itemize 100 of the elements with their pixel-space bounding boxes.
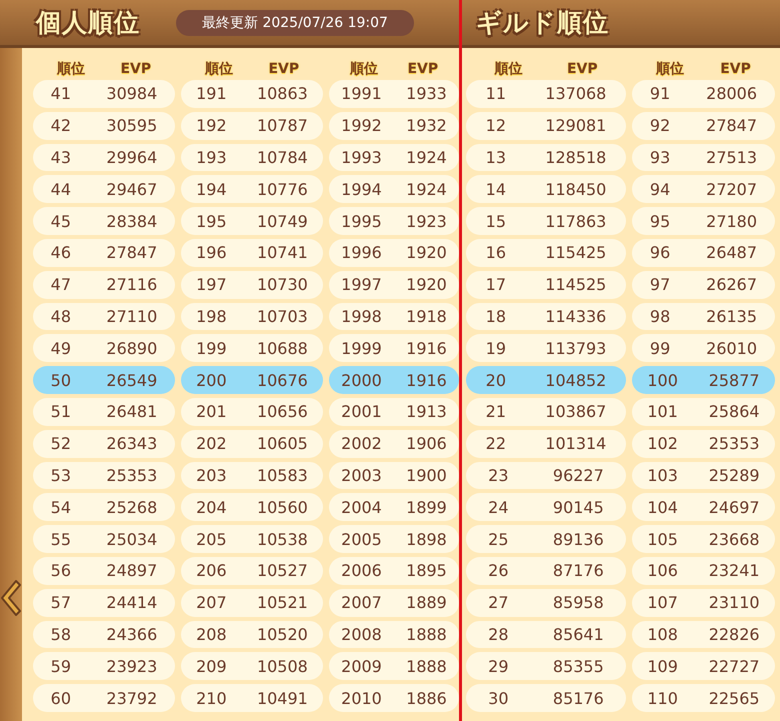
evp-cell: 85958 <box>552 593 604 612</box>
rank-cell: 48 <box>50 306 72 326</box>
column-header: EVP <box>720 61 751 77</box>
rank-cell: 2008 <box>341 624 382 644</box>
rank-cell: 196 <box>196 243 227 262</box>
rank-cell: 54 <box>50 498 72 517</box>
rank-cell: 27 <box>488 593 509 612</box>
rank-cell: 47 <box>50 275 72 294</box>
evp-cell: 25353 <box>708 434 760 454</box>
evp-cell: 10730 <box>256 275 308 294</box>
rank-cell: 94 <box>650 180 670 199</box>
evp-cell: 26343 <box>106 434 158 454</box>
rank-cell: 96 <box>650 243 670 262</box>
evp-cell: 25864 <box>708 402 760 422</box>
rank-cell: 18 <box>486 306 506 326</box>
evp-cell: 115425 <box>545 243 606 262</box>
rank-cell: 209 <box>196 656 227 676</box>
rank-cell: 20 <box>486 370 506 390</box>
rank-cell: 201 <box>196 402 227 422</box>
evp-cell: 1916 <box>406 338 447 358</box>
column-header: 順位 <box>656 60 684 78</box>
evp-cell: 25353 <box>106 466 158 485</box>
evp-cell: 10538 <box>256 530 308 549</box>
rank-cell: 98 <box>650 306 670 326</box>
rank-cell: 30 <box>488 688 509 708</box>
back-arrow-icon[interactable] <box>0 578 22 618</box>
rank-cell: 1995 <box>341 212 382 231</box>
evp-cell: 24897 <box>106 561 158 580</box>
rank-cell: 43 <box>50 148 72 167</box>
column-header: 順位 <box>494 60 522 78</box>
rank-cell: 95 <box>650 212 670 231</box>
evp-cell: 27207 <box>706 180 758 199</box>
evp-cell: 10520 <box>256 624 308 644</box>
evp-cell: 1900 <box>406 466 447 485</box>
rank-cell: 204 <box>196 498 227 517</box>
evp-cell: 1895 <box>406 561 447 580</box>
panel-title: 個人順位 <box>36 7 140 39</box>
rank-cell: 1999 <box>341 338 382 358</box>
rank-cell: 57 <box>50 593 72 612</box>
evp-cell: 89136 <box>552 530 604 549</box>
evp-cell: 10508 <box>256 656 308 676</box>
column-header: 順位 <box>56 60 85 78</box>
evp-cell: 1920 <box>406 243 447 262</box>
evp-cell: 22565 <box>708 688 760 708</box>
rank-cell: 100 <box>647 370 678 390</box>
rank-cell: 46 <box>50 243 72 262</box>
rank-cell: 56 <box>50 561 72 580</box>
evp-cell: 28384 <box>106 212 158 231</box>
column-header: EVP <box>407 61 438 77</box>
evp-cell: 24366 <box>106 624 158 644</box>
evp-cell: 10676 <box>256 370 308 390</box>
rank-cell: 25 <box>488 530 509 549</box>
rank-cell: 2001 <box>341 402 382 422</box>
evp-cell: 90145 <box>552 498 604 517</box>
evp-cell: 1888 <box>406 656 447 676</box>
evp-cell: 10703 <box>256 306 308 326</box>
evp-cell: 23923 <box>106 656 158 676</box>
rank-cell: 208 <box>196 624 227 644</box>
evp-cell: 1933 <box>406 84 447 104</box>
rank-cell: 202 <box>196 434 227 454</box>
rank-cell: 99 <box>650 338 670 358</box>
rank-cell: 17 <box>486 275 506 294</box>
evp-cell: 27847 <box>106 243 158 262</box>
rank-cell: 51 <box>50 402 72 422</box>
evp-cell: 25877 <box>708 370 760 390</box>
evp-cell: 137068 <box>545 84 606 104</box>
evp-cell: 1898 <box>406 530 447 549</box>
evp-cell: 10787 <box>256 116 308 136</box>
rank-cell: 102 <box>647 434 678 454</box>
rank-cell: 44 <box>50 180 72 199</box>
rank-cell: 1993 <box>341 148 382 167</box>
rank-cell: 194 <box>196 180 227 199</box>
evp-cell: 10776 <box>256 180 308 199</box>
evp-cell: 22826 <box>708 624 760 644</box>
rank-cell: 49 <box>50 338 72 358</box>
rank-cell: 12 <box>486 116 506 136</box>
evp-cell: 118450 <box>545 180 606 199</box>
rank-cell: 50 <box>50 370 72 390</box>
evp-cell: 10527 <box>256 561 308 580</box>
evp-cell: 1889 <box>406 593 447 612</box>
evp-cell: 129081 <box>545 116 606 136</box>
evp-cell: 113793 <box>545 338 606 358</box>
evp-cell: 128518 <box>545 148 606 167</box>
rank-cell: 16 <box>486 243 506 262</box>
evp-cell: 26267 <box>706 275 758 294</box>
evp-cell: 23110 <box>708 593 760 612</box>
rank-cell: 13 <box>486 148 506 167</box>
evp-cell: 26549 <box>106 370 158 390</box>
rank-cell: 22 <box>486 434 506 454</box>
evp-cell: 23668 <box>708 530 760 549</box>
rank-cell: 104 <box>647 498 678 517</box>
column-header: 順位 <box>350 60 378 78</box>
evp-cell: 10863 <box>256 84 308 104</box>
evp-cell: 1932 <box>406 116 447 136</box>
evp-cell: 1888 <box>406 624 447 644</box>
evp-cell: 25289 <box>708 466 760 485</box>
evp-cell: 27116 <box>106 275 158 294</box>
rank-cell: 2004 <box>341 498 382 517</box>
rank-cell: 29 <box>488 656 509 676</box>
evp-cell: 87176 <box>552 561 604 580</box>
